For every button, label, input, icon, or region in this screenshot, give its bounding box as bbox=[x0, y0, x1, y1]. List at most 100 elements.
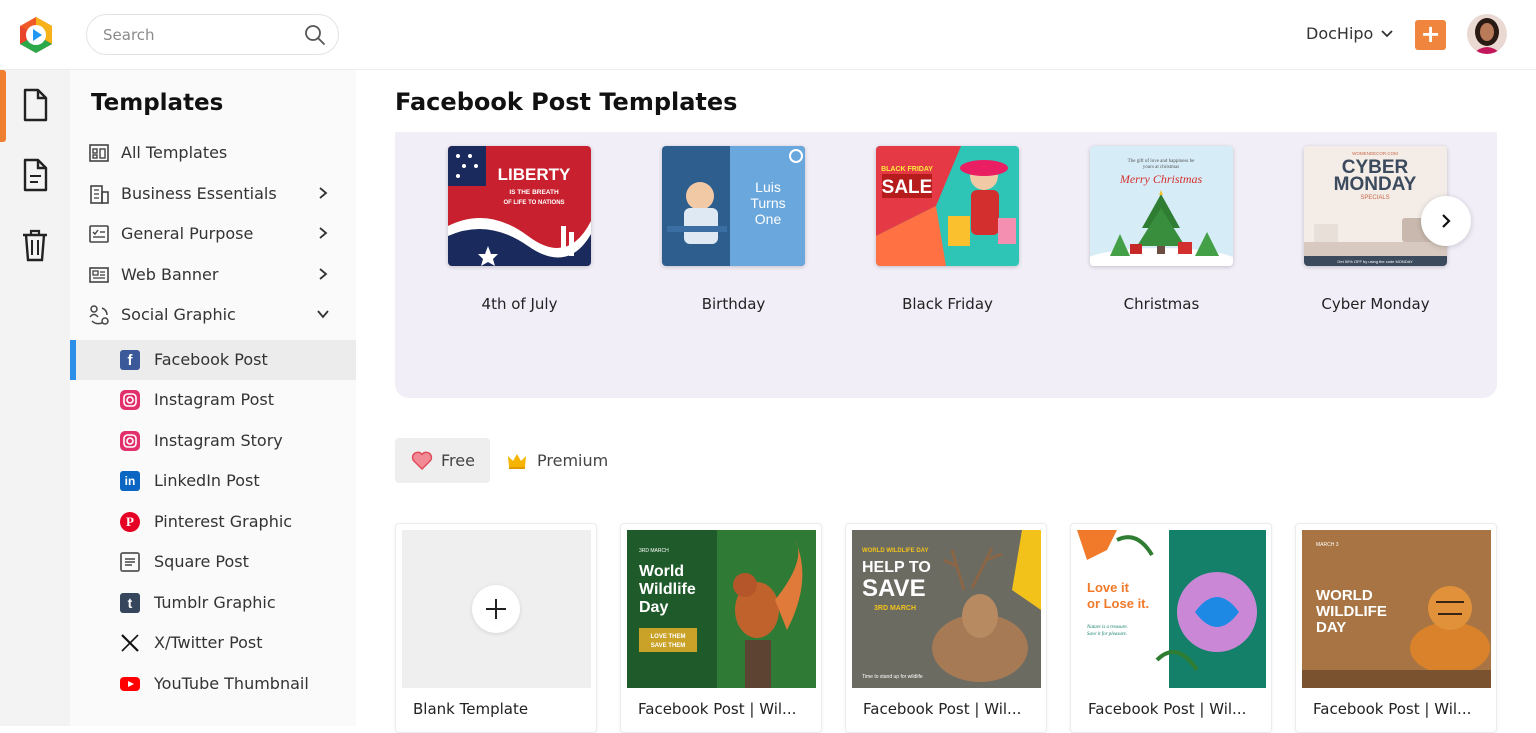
search-icon[interactable] bbox=[304, 24, 326, 46]
template-label: Facebook Post | Wil... bbox=[863, 700, 1022, 718]
banner-icon bbox=[89, 267, 109, 283]
file-text-icon[interactable] bbox=[20, 158, 50, 192]
svg-text:MARCH 3: MARCH 3 bbox=[1316, 542, 1339, 548]
thumb-title: HELP TO bbox=[862, 559, 931, 576]
template-thumbnail: WORLD WILDLIFE DAY HELP TO SAVE 3RD MARC… bbox=[852, 530, 1041, 688]
svg-text:Get 50% OFF by using the code: Get 50% OFF by using the code MONDAY bbox=[1337, 259, 1413, 264]
sidebar-item-social-graphic[interactable]: Social Graphic bbox=[70, 295, 356, 335]
square-post-icon bbox=[120, 552, 140, 572]
category-label: Black Friday bbox=[902, 295, 993, 313]
templates-sidebar: Templates All Templates Business Essenti… bbox=[70, 70, 356, 726]
avatar[interactable] bbox=[1467, 14, 1507, 54]
filter-free-button[interactable]: Free bbox=[395, 438, 490, 483]
template-card-wildlife-4[interactable]: MARCH 3 WORLD WILDLIFE DAY Facebook Post… bbox=[1295, 523, 1497, 733]
chevron-right-icon[interactable] bbox=[316, 267, 330, 281]
sidebar-item-label: Business Essentials bbox=[121, 184, 277, 203]
svg-text:Nature is a treasure.: Nature is a treasure. bbox=[1086, 625, 1128, 630]
search-box[interactable] bbox=[86, 14, 339, 55]
thumb-title: World bbox=[639, 563, 684, 580]
svg-text:3RD MARCH: 3RD MARCH bbox=[639, 548, 669, 554]
facebook-icon: f bbox=[120, 350, 140, 370]
sidebar-subitem-facebook-post[interactable]: f Facebook Post bbox=[70, 340, 356, 380]
building-icon bbox=[90, 185, 109, 204]
instagram-icon bbox=[120, 390, 140, 410]
sidebar-subitem-youtube-thumbnail[interactable]: YouTube Thumbnail bbox=[70, 664, 356, 704]
template-card-wildlife-3[interactable]: Love it or Lose it. Nature is a treasure… bbox=[1070, 523, 1272, 733]
add-template-button[interactable] bbox=[472, 585, 520, 633]
sidebar-subitem-label: Tumblr Graphic bbox=[154, 593, 276, 612]
svg-text:WILDLIFE: WILDLIFE bbox=[1316, 603, 1387, 620]
category-card-birthday[interactable]: Luis Turns One Birthday bbox=[662, 146, 805, 313]
chevron-right-icon[interactable] bbox=[316, 226, 330, 240]
sidebar-title: Templates bbox=[91, 90, 224, 116]
app-logo[interactable] bbox=[18, 16, 54, 54]
sidebar-item-web-banner[interactable]: Web Banner bbox=[70, 255, 356, 295]
sidebar-item-label: General Purpose bbox=[121, 224, 254, 243]
sidebar-subitem-label: Instagram Story bbox=[154, 431, 283, 450]
svg-text:SAVE: SAVE bbox=[862, 575, 926, 602]
thumb-title: LIBERTY bbox=[498, 165, 571, 184]
svg-text:SAVE THEM: SAVE THEM bbox=[651, 643, 686, 649]
template-card-blank[interactable]: Blank Template bbox=[395, 523, 597, 733]
svg-text:or Lose it.: or Lose it. bbox=[1087, 596, 1149, 611]
sidebar-item-all-templates[interactable]: All Templates bbox=[70, 133, 356, 173]
category-card-black-friday[interactable]: SALE BLACK FRIDAY Black Friday bbox=[876, 146, 1019, 313]
template-label: Facebook Post | Wil... bbox=[1313, 700, 1472, 718]
chevron-down-icon[interactable] bbox=[316, 307, 330, 321]
chevron-right-icon[interactable] bbox=[316, 186, 330, 200]
category-thumbnail: The gift of love and happiness be yours … bbox=[1090, 146, 1233, 266]
chevron-down-icon bbox=[1381, 29, 1393, 37]
category-label: 4th of July bbox=[481, 295, 558, 313]
thumb-title: Love it bbox=[1087, 580, 1130, 595]
sidebar-subitem-label: LinkedIn Post bbox=[154, 471, 260, 490]
thumb-title: SALE bbox=[882, 177, 933, 198]
svg-text:The gift of love and happiness: The gift of love and happiness be bbox=[1128, 159, 1195, 164]
sidebar-item-business-essentials[interactable]: Business Essentials bbox=[70, 174, 356, 214]
svg-text:DAY: DAY bbox=[1316, 619, 1346, 636]
sidebar-subitem-instagram-post[interactable]: Instagram Post bbox=[70, 380, 356, 420]
sidebar-subitem-square-post[interactable]: Square Post bbox=[70, 542, 356, 582]
sidebar-subitem-tumblr-graphic[interactable]: t Tumblr Graphic bbox=[70, 583, 356, 623]
sidebar-subitem-instagram-story[interactable]: Instagram Story bbox=[70, 421, 356, 461]
template-card-wildlife-2[interactable]: WORLD WILDLIFE DAY HELP TO SAVE 3RD MARC… bbox=[845, 523, 1047, 733]
pinterest-icon: P bbox=[120, 512, 140, 532]
account-menu[interactable]: DocHipo bbox=[1306, 24, 1393, 43]
sidebar-subitem-pinterest-graphic[interactable]: P Pinterest Graphic bbox=[70, 502, 356, 542]
svg-text:MONDAY: MONDAY bbox=[1334, 174, 1417, 195]
template-card-wildlife-1[interactable]: 3RD MARCH World Wildlife Day LOVE THEM S… bbox=[620, 523, 822, 733]
sidebar-subitem-label: Pinterest Graphic bbox=[154, 512, 293, 531]
grid-icon bbox=[89, 144, 109, 162]
sidebar-subitem-x-twitter-post[interactable]: X/Twitter Post bbox=[70, 623, 356, 663]
category-card-4th-of-july[interactable]: LIBERTY IS THE BREATH OF LIFE TO NATIONS… bbox=[448, 146, 591, 313]
template-thumbnail: Love it or Lose it. Nature is a treasure… bbox=[1077, 530, 1266, 688]
category-card-christmas[interactable]: The gift of love and happiness be yours … bbox=[1090, 146, 1233, 313]
filter-free-label: Free bbox=[441, 451, 475, 470]
share-icon bbox=[89, 305, 109, 325]
youtube-icon bbox=[120, 677, 140, 691]
trash-icon[interactable] bbox=[20, 228, 50, 262]
search-input[interactable] bbox=[103, 25, 293, 45]
svg-text:LOVE THEM: LOVE THEM bbox=[650, 634, 685, 640]
add-button[interactable]: + bbox=[1415, 20, 1446, 50]
top-bar: DocHipo + bbox=[0, 0, 1536, 70]
document-icon[interactable] bbox=[20, 88, 50, 122]
linkedin-icon: in bbox=[120, 471, 140, 491]
heart-icon bbox=[411, 451, 433, 470]
filter-premium-button[interactable]: Premium bbox=[507, 438, 627, 483]
category-carousel: LIBERTY IS THE BREATH OF LIFE TO NATIONS… bbox=[395, 132, 1497, 398]
checklist-icon bbox=[89, 225, 109, 243]
sidebar-subitem-label: Square Post bbox=[154, 552, 249, 571]
sidebar-item-general-purpose[interactable]: General Purpose bbox=[70, 214, 356, 254]
svg-text:3RD MARCH: 3RD MARCH bbox=[874, 605, 916, 612]
sidebar-subitem-label: X/Twitter Post bbox=[154, 633, 263, 652]
sidebar-subitem-linkedin-post[interactable]: in LinkedIn Post bbox=[70, 461, 356, 501]
category-label: Birthday bbox=[701, 295, 766, 313]
svg-text:Wildlife: Wildlife bbox=[639, 581, 696, 598]
category-thumbnail: SALE BLACK FRIDAY bbox=[876, 146, 1019, 266]
svg-text:IS THE BREATH: IS THE BREATH bbox=[509, 189, 559, 196]
carousel-next-button[interactable] bbox=[1421, 196, 1471, 246]
crown-icon bbox=[508, 453, 526, 469]
sidebar-item-label: All Templates bbox=[121, 143, 228, 162]
svg-text:yours at christmas: yours at christmas bbox=[1143, 165, 1179, 170]
template-label: Facebook Post | Wil... bbox=[638, 700, 797, 718]
